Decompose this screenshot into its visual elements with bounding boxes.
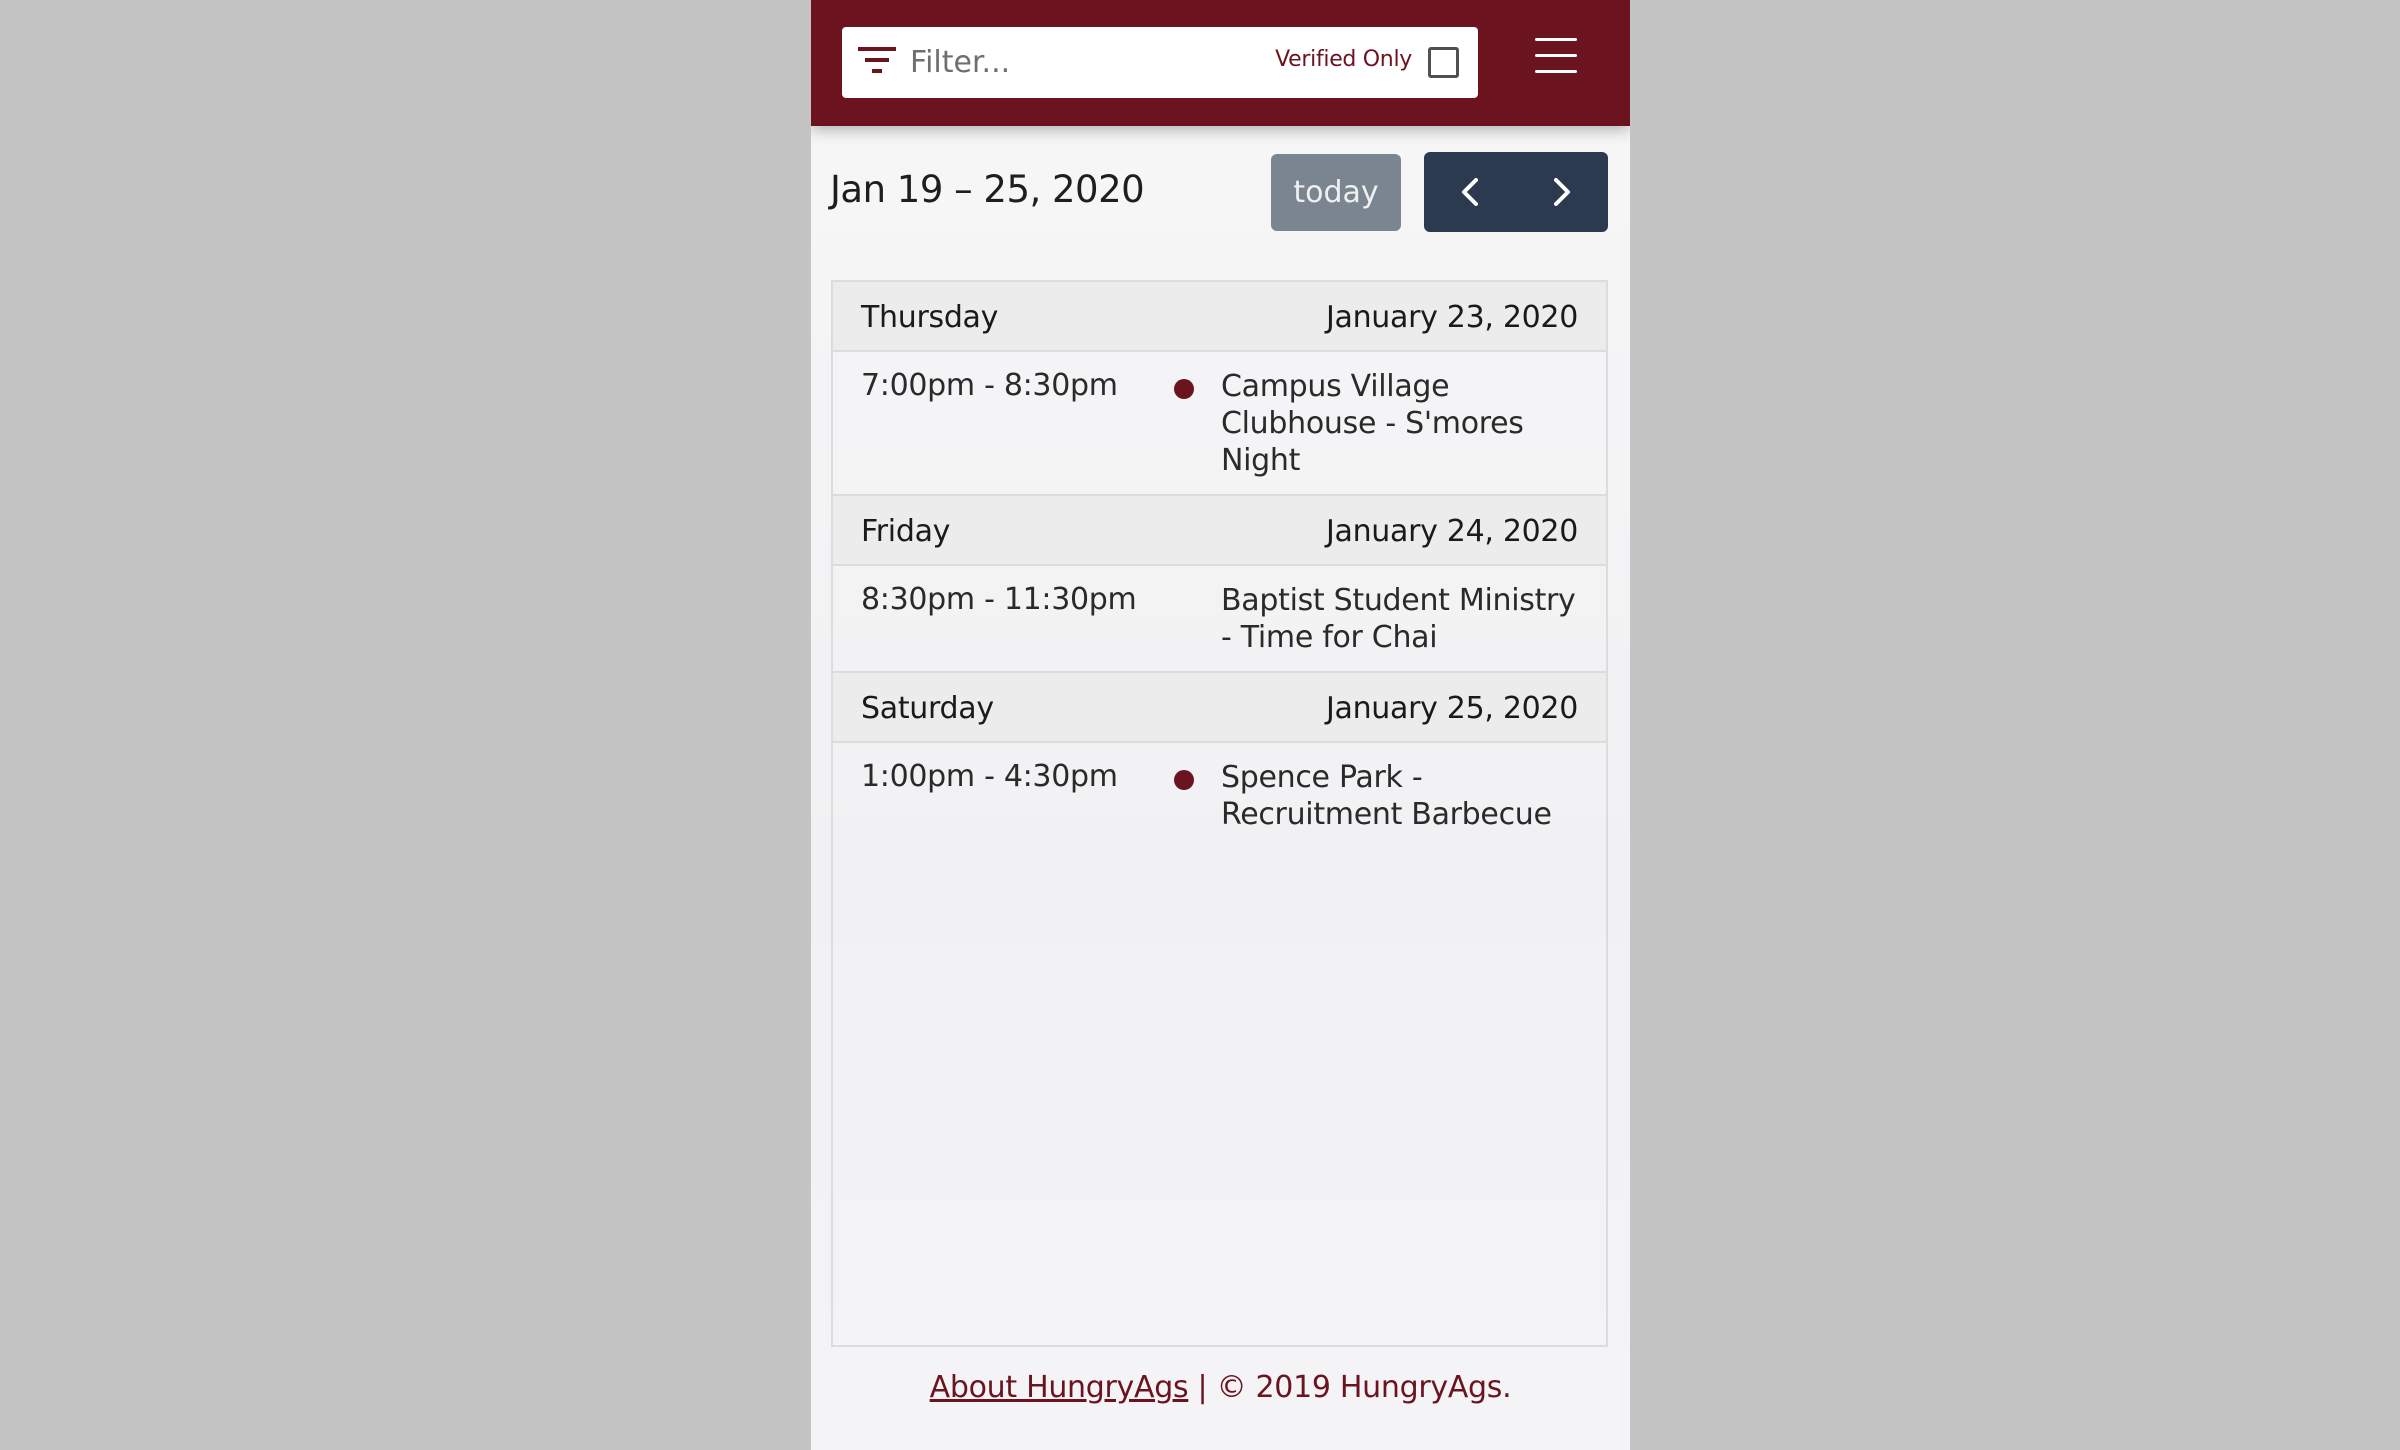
event-item[interactable]: 8:30pm - 11:30pm Baptist Student Ministr… (833, 566, 1606, 673)
footer: About HungryAgs | © 2019 HungryAgs. (811, 1370, 1630, 1405)
event-title[interactable]: Campus Village Clubhouse - S'mores Night (1221, 368, 1591, 479)
day-date: January 25, 2020 (1325, 691, 1578, 726)
previous-week-button[interactable] (1424, 152, 1516, 232)
event-time: 8:30pm - 11:30pm (861, 582, 1137, 617)
hamburger-menu-icon-bar (1535, 70, 1577, 73)
event-item[interactable]: 7:00pm - 8:30pm Campus Village Clubhouse… (833, 352, 1606, 496)
filter-icon (858, 47, 896, 77)
event-title[interactable]: Spence Park - Recruitment Barbecue (1221, 759, 1591, 833)
day-header: Friday January 24, 2020 (833, 496, 1606, 566)
verified-only-label: Verified Only (1275, 47, 1412, 72)
next-week-button[interactable] (1516, 152, 1608, 232)
event-dot-icon (1174, 379, 1194, 399)
hamburger-menu-icon (1535, 38, 1577, 41)
copyright-text: | © 2019 HungryAgs. (1188, 1370, 1512, 1405)
day-date: January 24, 2020 (1325, 514, 1578, 549)
event-title[interactable]: Baptist Student Ministry - Time for Chai (1221, 582, 1591, 656)
event-item[interactable]: 1:00pm - 4:30pm Spence Park - Recruitmen… (833, 743, 1606, 850)
verified-only-checkbox[interactable] (1428, 47, 1459, 78)
date-range-title: Jan 19 – 25, 2020 (830, 168, 1145, 211)
menu-button[interactable] (1535, 38, 1583, 78)
event-dot-icon (1174, 770, 1194, 790)
chevron-left-icon (1462, 178, 1478, 206)
event-time: 7:00pm - 8:30pm (861, 368, 1118, 403)
day-name: Saturday (861, 691, 994, 726)
day-header: Thursday January 23, 2020 (833, 282, 1606, 352)
day-date: January 23, 2020 (1325, 300, 1578, 335)
filter-bar: Verified Only (842, 27, 1478, 98)
event-time: 1:00pm - 4:30pm (861, 759, 1118, 794)
day-name: Friday (861, 514, 951, 549)
filter-input[interactable] (910, 37, 1240, 87)
day-name: Thursday (861, 300, 999, 335)
today-button[interactable]: today (1271, 154, 1401, 231)
app-window: Verified Only Jan 19 – 25, 2020 today Th… (811, 0, 1630, 1450)
hamburger-menu-icon-bar (1535, 54, 1577, 57)
week-navigation (1424, 152, 1608, 232)
chevron-right-icon (1554, 178, 1570, 206)
top-bar: Verified Only (811, 0, 1630, 126)
event-list: Thursday January 23, 2020 7:00pm - 8:30p… (831, 280, 1608, 1347)
about-link[interactable]: About HungryAgs (930, 1370, 1189, 1405)
day-header: Saturday January 25, 2020 (833, 673, 1606, 743)
